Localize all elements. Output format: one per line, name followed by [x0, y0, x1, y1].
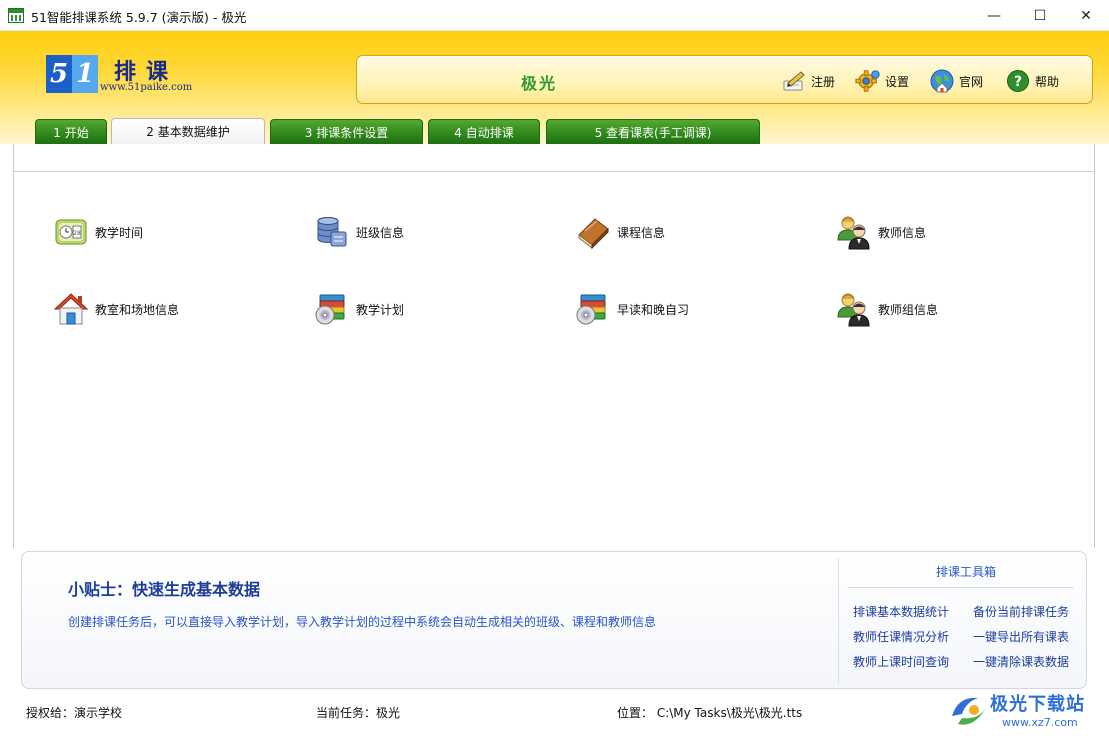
tip-text: 创建排课任务后，可以直接导入教学计划，导入教学计划的过程中系统会自动生成相关的班…	[68, 615, 657, 629]
watermark-url: www.xz7.com	[1002, 716, 1078, 729]
item-teaching-time[interactable]: 28 教学时间	[53, 214, 143, 250]
panel-top-strip	[14, 144, 1094, 172]
status-location: 位置： C:\My Tasks\极光\极光.tts	[617, 706, 803, 720]
item-label: 班级信息	[356, 225, 405, 240]
app-calendar-icon	[8, 8, 24, 23]
link-clear-timetable[interactable]: 一键清除课表数据	[973, 653, 1069, 670]
item-class-info[interactable]: 班级信息	[314, 214, 404, 250]
item-label: 课程信息	[617, 225, 666, 240]
website-label: 官网	[959, 74, 984, 89]
maximize-button[interactable]: ☐	[1017, 0, 1063, 31]
toolbox-divider	[848, 587, 1074, 588]
settings-button[interactable]: 设置	[855, 67, 909, 95]
status-current-task: 当前任务：极光	[316, 706, 401, 720]
book-icon	[575, 214, 611, 250]
settings-label: 设置	[885, 74, 910, 89]
item-label: 教师组信息	[878, 302, 939, 317]
status-licensed: 授权给：演示学校	[26, 706, 123, 720]
link-data-statistics[interactable]: 排课基本数据统计	[853, 603, 949, 620]
window-title: 51智能排课系统 5.9.7 (演示版) - 极光	[31, 10, 247, 25]
item-label: 早读和晚自习	[617, 302, 690, 317]
house-icon	[53, 291, 89, 327]
logo-digit-5: 5	[46, 55, 72, 93]
item-teacher-info[interactable]: 教师信息	[836, 214, 926, 250]
link-export-timetables[interactable]: 一键导出所有课表	[973, 628, 1069, 645]
watermark: 极光下载站 www.xz7.com	[946, 686, 1106, 736]
tab-auto-schedule[interactable]: 4 自动排课	[428, 119, 540, 144]
archive-disc-icon	[575, 291, 611, 327]
item-teaching-plan[interactable]: 教学计划	[314, 291, 404, 327]
tab-basic-data[interactable]: 2 基本数据维护	[111, 118, 265, 144]
status-bar: 授权给：演示学校 当前任务：极光 位置： C:\My Tasks\极光\极光.t…	[0, 698, 1109, 724]
tips-divider	[838, 558, 839, 684]
calendar-clock-icon: 28	[53, 214, 89, 250]
help-button[interactable]: ? 帮助	[1005, 67, 1059, 95]
register-icon	[781, 68, 807, 94]
tab-view-timetable[interactable]: 5 查看课表(手工调课)	[546, 119, 760, 144]
users-icon	[836, 291, 872, 327]
item-label: 教室和场地信息	[95, 302, 180, 317]
link-teacher-time-query[interactable]: 教师上课时间查询	[853, 653, 949, 670]
close-button[interactable]: ✕	[1063, 0, 1109, 31]
help-icon: ?	[1005, 68, 1031, 94]
minimize-button[interactable]: —	[971, 0, 1017, 31]
item-label: 教师信息	[878, 225, 927, 240]
register-button[interactable]: 注册	[781, 67, 835, 95]
logo-digit-1: 1	[72, 55, 98, 93]
title-bar: 51智能排课系统 5.9.7 (演示版) - 极光 — ☐ ✕	[0, 0, 1109, 31]
logo-51: 5 1	[46, 55, 98, 93]
item-course-info[interactable]: 课程信息	[575, 214, 665, 250]
basic-data-panel	[13, 144, 1095, 548]
toolbox-title: 排课工具箱	[935, 565, 996, 579]
item-classroom-venue[interactable]: 教室和场地信息	[53, 291, 179, 327]
archive-disc-icon	[314, 291, 350, 327]
svg-text:?: ?	[1014, 74, 1022, 90]
tips-panel: 小贴士：快速生成基本数据 创建排课任务后，可以直接导入教学计划，导入教学计划的过…	[21, 551, 1087, 689]
watermark-text: 极光下载站	[990, 694, 1085, 715]
item-teacher-group-info[interactable]: 教师组信息	[836, 291, 938, 327]
item-label: 教学时间	[95, 225, 144, 240]
logo-url: www.51paike.com	[100, 82, 193, 93]
tab-start[interactable]: 1 开始	[35, 119, 107, 144]
help-label: 帮助	[1035, 74, 1060, 89]
svg-text:28: 28	[73, 230, 81, 237]
database-icon	[314, 214, 350, 250]
gear-icon	[855, 68, 881, 94]
users-icon	[836, 214, 872, 250]
link-backup-task[interactable]: 备份当前排课任务	[973, 603, 1069, 620]
item-morning-evening-study[interactable]: 早读和晚自习	[575, 291, 689, 327]
tip-title: 小贴士：快速生成基本数据	[68, 580, 261, 599]
info-bar: 极光 注册 设置 官网 ? 帮助	[356, 55, 1093, 104]
link-teacher-analysis[interactable]: 教师任课情况分析	[853, 628, 949, 645]
website-button[interactable]: 官网	[929, 67, 983, 95]
globe-icon	[929, 68, 955, 94]
item-label: 教学计划	[356, 302, 405, 317]
watermark-logo-icon	[952, 697, 986, 725]
tab-schedule-conditions[interactable]: 3 排课条件设置	[270, 119, 423, 144]
current-task-name: 极光	[521, 74, 558, 93]
register-label: 注册	[811, 74, 836, 89]
